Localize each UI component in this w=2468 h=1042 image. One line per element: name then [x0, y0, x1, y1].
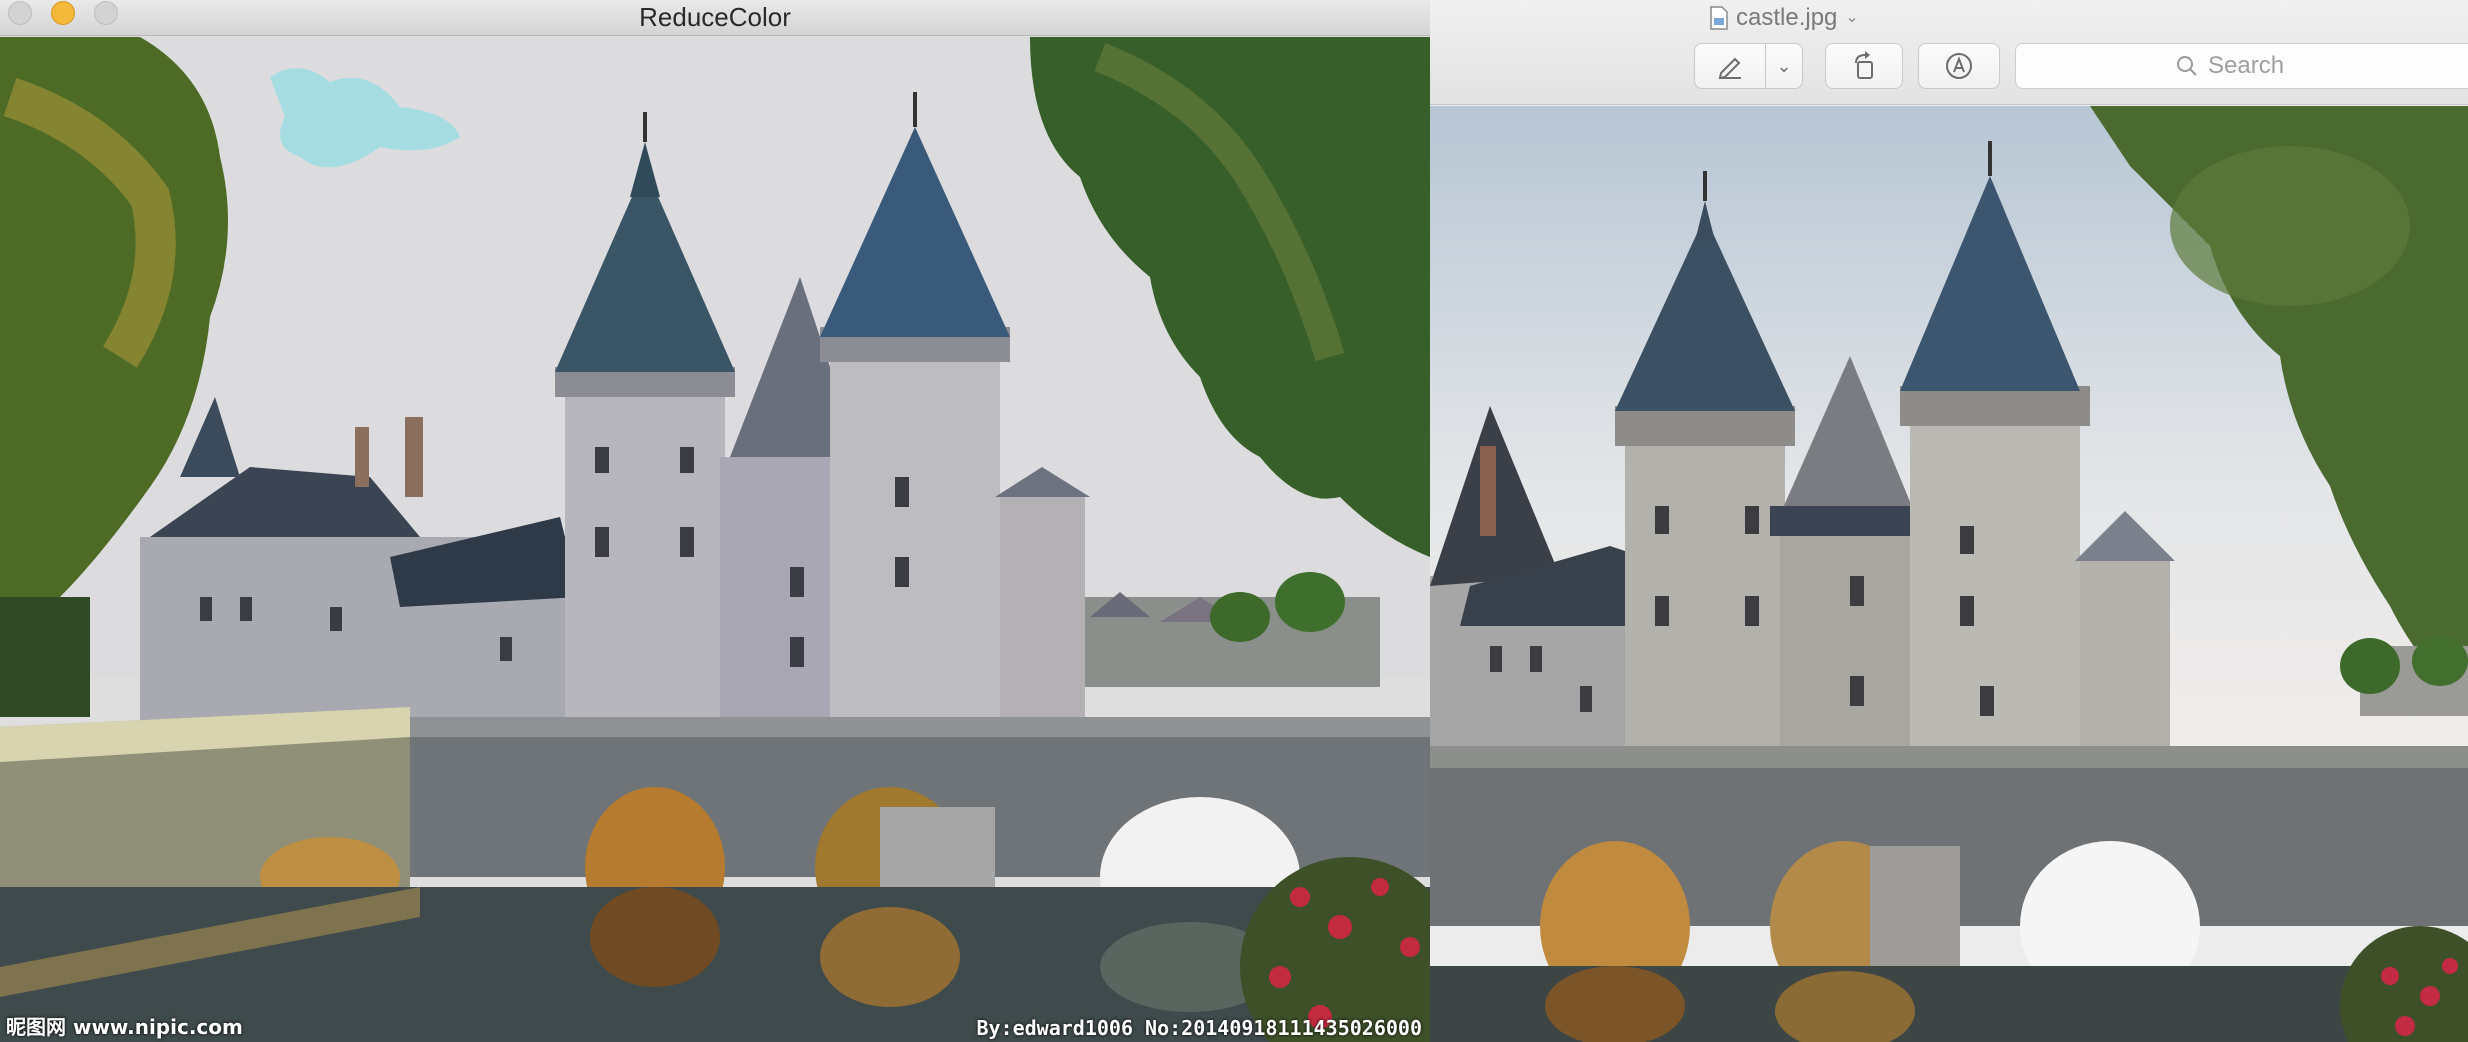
markup-menu-button[interactable]: ⌄ [1765, 43, 1803, 89]
rotate-button[interactable] [1825, 43, 1903, 89]
search-icon [2177, 56, 2197, 76]
annotate-button[interactable] [1918, 43, 2000, 89]
markup-toolbar-button[interactable] [1694, 43, 1766, 89]
window-title: ReduceColor [639, 2, 791, 32]
reducecolor-window: ReduceColor 昵图网 www.nipic.com By:edward1… [0, 0, 1430, 1042]
reducecolor-titlebar[interactable]: ReduceColor [0, 0, 1430, 36]
chevron-down-icon: ⌄ [1845, 9, 1859, 26]
watermark-site: 昵图网 www.nipic.com [6, 1015, 243, 1039]
jpg-file-icon [1710, 6, 1728, 30]
search-field[interactable] [2015, 43, 2468, 89]
original-image [1430, 106, 2468, 1042]
chevron-down-icon: ⌄ [1776, 55, 1792, 76]
document-title-menu[interactable]: castle.jpg ⌄ [1710, 0, 1859, 36]
rotate-icon [1855, 51, 1873, 79]
reduced-castle-picture [0, 37, 1430, 1042]
preview-window: castle.jpg ⌄ ⌄ [1430, 0, 2468, 1042]
original-castle-picture [1430, 106, 2468, 1042]
watermark-credit: By:edward1006 No:20140918111435026000 [976, 1016, 1422, 1040]
search-input[interactable] [2208, 52, 2408, 80]
annotate-circle-icon [1946, 53, 1972, 79]
document-title: castle.jpg [1736, 4, 1838, 31]
preview-toolbar: castle.jpg ⌄ ⌄ [1430, 0, 2468, 105]
desktop: ReduceColor 昵图网 www.nipic.com By:edward1… [0, 0, 2468, 1042]
pen-markup-icon [1718, 57, 1741, 79]
reduced-color-image: 昵图网 www.nipic.com By:edward1006 No:20140… [0, 37, 1430, 1042]
